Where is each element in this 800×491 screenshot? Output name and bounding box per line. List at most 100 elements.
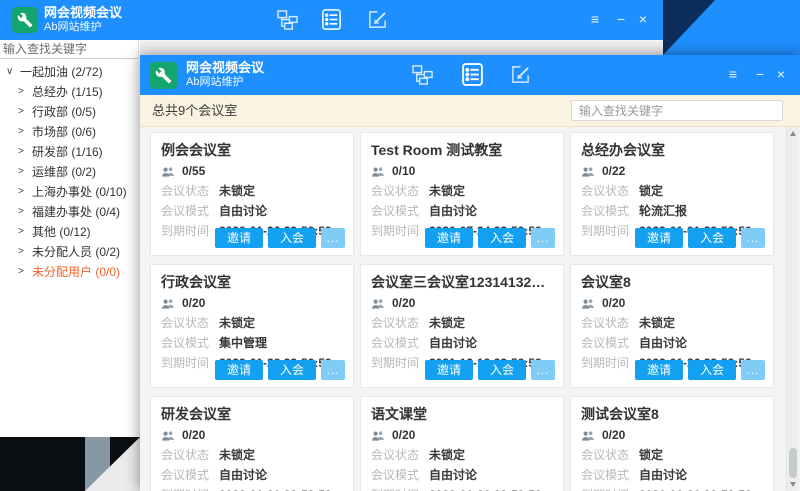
- join-button[interactable]: 入会: [688, 360, 736, 380]
- join-button[interactable]: 入会: [688, 228, 736, 248]
- meeting-status-value: 未锁定: [219, 183, 255, 199]
- meeting-mode-row: 会议模式自由讨论: [161, 203, 343, 219]
- meeting-mode-label: 会议模式: [161, 467, 219, 483]
- close-button[interactable]: ×: [772, 66, 790, 82]
- minimize-button[interactable]: −: [612, 11, 630, 27]
- participant-count-row: 0/20: [161, 427, 343, 443]
- room-name: 研发会议室: [161, 405, 343, 424]
- tree-node-label: 未分配人员 (0/2): [32, 243, 120, 260]
- scroll-up-icon[interactable]: [790, 131, 796, 136]
- participant-count-row: 0/20: [581, 295, 763, 311]
- invite-button[interactable]: 邀请: [215, 360, 263, 380]
- chevron-right-icon[interactable]: >: [18, 206, 30, 217]
- meeting-status-label: 会议状态: [581, 447, 639, 463]
- meeting-status-label: 会议状态: [371, 315, 429, 331]
- compose-icon[interactable]: [510, 64, 531, 90]
- meeting-mode-label: 会议模式: [371, 335, 429, 351]
- meeting-mode-label: 会议模式: [161, 335, 219, 351]
- tree-node[interactable]: >行政部 (0/5): [0, 101, 140, 121]
- join-button[interactable]: 入会: [478, 228, 526, 248]
- invite-button[interactable]: 邀请: [425, 228, 473, 248]
- chevron-right-icon[interactable]: >: [18, 266, 30, 277]
- meeting-room-window: 网会视频会议 Ab网站维护: [140, 55, 800, 491]
- menu-button[interactable]: ≡: [724, 66, 742, 82]
- room-actions: 邀请入会...: [215, 360, 345, 380]
- more-button[interactable]: ...: [321, 360, 345, 380]
- participant-count: 0/20: [392, 428, 415, 442]
- tree-node[interactable]: ∨一起加油 (2/72): [0, 61, 140, 81]
- chevron-right-icon[interactable]: >: [18, 86, 30, 97]
- scrollbar-thumb[interactable]: [789, 448, 797, 478]
- tree-node-label: 福建办事处 (0/4): [32, 203, 120, 220]
- scrollbar[interactable]: [786, 127, 799, 491]
- chevron-right-icon[interactable]: >: [18, 226, 30, 237]
- room-name: 行政会议室: [161, 273, 343, 292]
- invite-button[interactable]: 邀请: [635, 360, 683, 380]
- tree-node[interactable]: >上海办事处 (0/10): [0, 181, 140, 201]
- tree-node[interactable]: >运维部 (0/2): [0, 161, 140, 181]
- chevron-right-icon[interactable]: >: [18, 126, 30, 137]
- chevron-right-icon[interactable]: >: [18, 246, 30, 257]
- tree-node[interactable]: >研发部 (1/16): [0, 141, 140, 161]
- meeting-room-card: 会议室三会议室123141324141三会...0/20会议状态未锁定会议模式自…: [360, 264, 564, 388]
- chevron-right-icon[interactable]: >: [18, 106, 30, 117]
- tree-node[interactable]: >总经办 (1/15): [0, 81, 140, 101]
- scroll-down-icon[interactable]: [790, 482, 796, 487]
- more-button[interactable]: ...: [741, 360, 765, 380]
- meeting-status-row: 会议状态未锁定: [581, 315, 763, 331]
- org-chart-icon[interactable]: [277, 9, 298, 35]
- meeting-mode-row: 会议模式自由讨论: [371, 467, 553, 483]
- participant-count-row: 0/22: [581, 163, 763, 179]
- expire-time-label: 到期时间: [371, 487, 429, 491]
- org-chart-icon[interactable]: [412, 64, 433, 90]
- meeting-status-row: 会议状态未锁定: [161, 315, 343, 331]
- tree-node[interactable]: >其他 (0/12): [0, 221, 140, 241]
- room-search-input[interactable]: 输入查找关键字: [571, 100, 783, 121]
- tree-node-label: 其他 (0/12): [32, 223, 91, 240]
- more-button[interactable]: ...: [321, 228, 345, 248]
- tree-node-label: 未分配用户 (0/0): [32, 263, 120, 280]
- room-actions: 邀请入会...: [425, 228, 555, 248]
- meeting-status-label: 会议状态: [581, 315, 639, 331]
- invite-button[interactable]: 邀请: [425, 360, 473, 380]
- join-button[interactable]: 入会: [268, 360, 316, 380]
- bg-titlebar[interactable]: 网会视频会议 Ab网站维护: [0, 0, 663, 40]
- join-button[interactable]: 入会: [478, 360, 526, 380]
- more-button[interactable]: ...: [741, 228, 765, 248]
- room-list-icon[interactable]: [320, 8, 343, 36]
- expire-time-row: 到期时间2021-06-30 23:59:59: [581, 487, 763, 491]
- invite-button[interactable]: 邀请: [635, 228, 683, 248]
- expire-time-label: 到期时间: [581, 355, 639, 371]
- contact-search-input[interactable]: 输入查找关键字: [0, 40, 139, 59]
- menu-button[interactable]: ≡: [586, 11, 604, 27]
- expire-time-row: 到期时间2022-01-26 23:59:59: [161, 487, 343, 491]
- more-button[interactable]: ...: [531, 228, 555, 248]
- chevron-right-icon[interactable]: >: [18, 166, 30, 177]
- close-button[interactable]: ×: [634, 11, 652, 27]
- meeting-room-card: 行政会议室0/20会议状态未锁定会议模式集中管理到期时间2023-01-28 2…: [150, 264, 354, 388]
- minimize-button[interactable]: −: [751, 66, 769, 82]
- tree-node[interactable]: >未分配用户 (0/0): [0, 261, 140, 281]
- tree-node-label: 研发部 (1/16): [32, 143, 103, 160]
- join-button[interactable]: 入会: [268, 228, 316, 248]
- chevron-down-icon[interactable]: ∨: [6, 66, 18, 77]
- tree-node[interactable]: >福建办事处 (0/4): [0, 201, 140, 221]
- tree-node-label: 运维部 (0/2): [32, 163, 96, 180]
- meeting-room-card: 语文课堂0/20会议状态未锁定会议模式自由讨论到期时间2022-01-26 23…: [360, 396, 564, 491]
- compose-icon[interactable]: [367, 9, 388, 35]
- bg-window-subtitle: Ab网站维护: [44, 21, 101, 33]
- tree-node[interactable]: >未分配人员 (0/2): [0, 241, 140, 261]
- room-name: 测试会议室8: [581, 405, 763, 424]
- fg-titlebar[interactable]: 网会视频会议 Ab网站维护: [140, 55, 800, 95]
- expire-time-label: 到期时间: [581, 223, 639, 239]
- meeting-mode-row: 会议模式轮流汇报: [581, 203, 763, 219]
- chevron-right-icon[interactable]: >: [18, 186, 30, 197]
- tree-node[interactable]: >市场部 (0/6): [0, 121, 140, 141]
- participants-icon: [371, 166, 385, 177]
- invite-button[interactable]: 邀请: [215, 228, 263, 248]
- room-list-icon-active[interactable]: [460, 62, 485, 92]
- chevron-right-icon[interactable]: >: [18, 146, 30, 157]
- room-name: 会议室三会议室123141324141三会...: [371, 273, 553, 292]
- tree-node-label: 总经办 (1/15): [32, 83, 103, 100]
- more-button[interactable]: ...: [531, 360, 555, 380]
